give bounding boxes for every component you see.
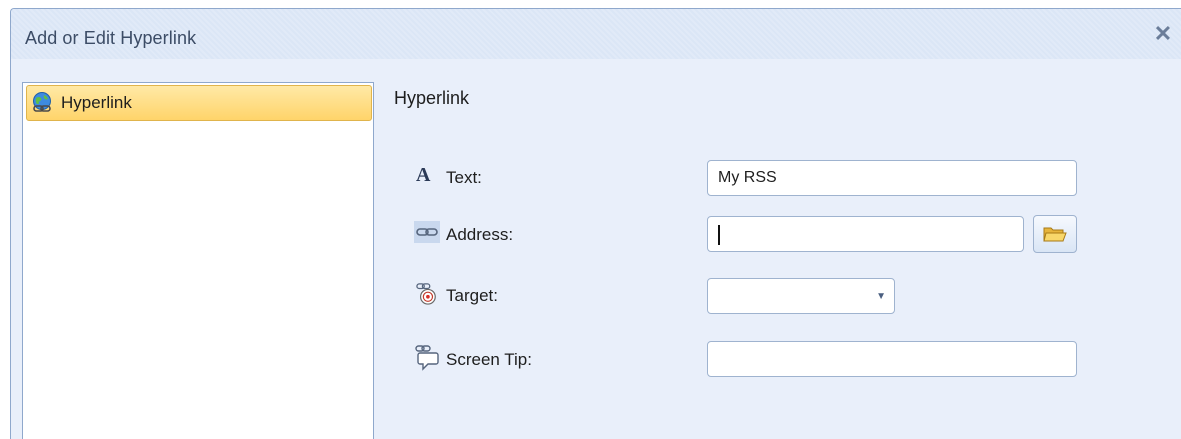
browse-button[interactable]: [1033, 215, 1077, 253]
address-label: Address:: [446, 225, 514, 244]
chain-link-icon: [414, 221, 440, 243]
screen-tip-field[interactable]: [707, 341, 1077, 377]
folder-open-icon: [1043, 227, 1067, 242]
close-icon[interactable]: ✕: [1153, 23, 1173, 45]
nav-item-label: Hyperlink: [61, 93, 132, 112]
chevron-down-icon[interactable]: ▼: [876, 291, 886, 302]
target-link-icon: [416, 283, 436, 305]
screen-tip-label: Screen Tip:: [446, 350, 532, 369]
nav-list: Hyperlink: [22, 82, 374, 439]
nav-item-hyperlink[interactable]: Hyperlink: [26, 85, 372, 121]
target-label: Target:: [446, 286, 498, 305]
tooltip-link-icon: [415, 345, 439, 371]
target-select[interactable]: ▼: [707, 278, 895, 314]
text-field[interactable]: [707, 160, 1077, 196]
address-field[interactable]: [707, 216, 1024, 252]
text-label: Text:: [446, 168, 482, 187]
dialog-title: Add or Edit Hyperlink: [25, 28, 197, 48]
text-caret: [718, 225, 720, 245]
section-title: Hyperlink: [394, 88, 470, 108]
svg-text:A: A: [416, 164, 431, 185]
globe-link-icon: [33, 92, 51, 112]
dialog-titlebar[interactable]: Add or Edit Hyperlink ✕: [11, 9, 1181, 59]
font-a-icon: A: [416, 164, 431, 185]
